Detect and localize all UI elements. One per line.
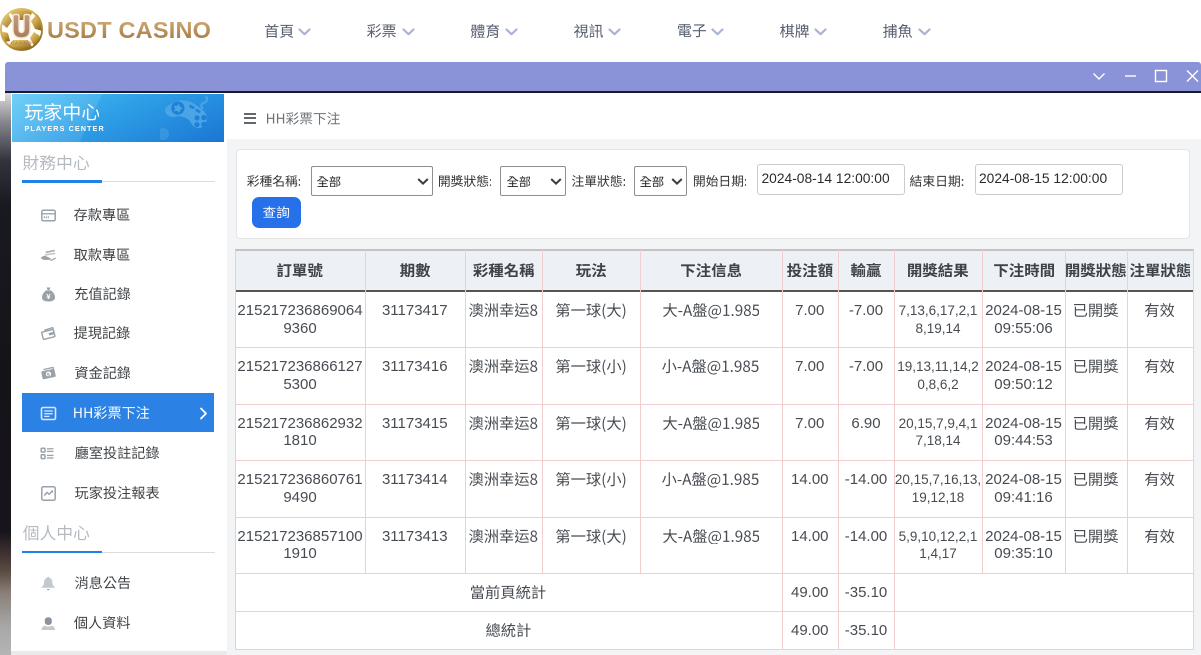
svg-text:CASINO: CASINO	[11, 41, 32, 47]
